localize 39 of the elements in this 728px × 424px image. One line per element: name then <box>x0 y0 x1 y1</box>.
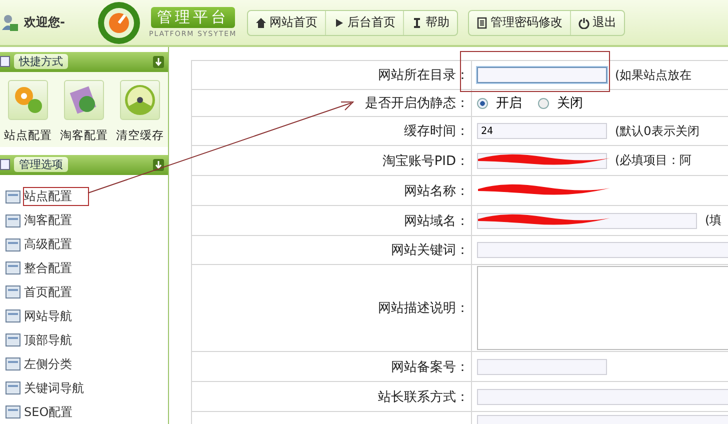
sidebar-item[interactable]: 网站导航 <box>24 308 72 325</box>
sidebar-item[interactable]: 首页配置 <box>24 284 72 301</box>
shortcut-button[interactable]: 淘客配置 <box>56 80 112 147</box>
field-label: 网站所在目录： <box>378 67 469 84</box>
sidebar-item[interactable]: 整合配置 <box>24 260 72 277</box>
sidebar-item[interactable]: 顶部导航 <box>24 332 72 349</box>
field-hint: (默认0表示关闭 <box>615 122 700 140</box>
sidebar-item[interactable]: 关键词导航 <box>24 380 84 397</box>
field-hint: (填 <box>705 212 722 229</box>
nav-button[interactable]: 退出 <box>570 10 624 34</box>
section-title: 快捷方式 <box>14 54 68 70</box>
sidebar-item[interactable]: 高级配置 <box>24 236 72 254</box>
input-field[interactable]: 24 <box>477 123 607 139</box>
radio-label: 开启 <box>496 95 522 112</box>
field-hint: (必填项目：阿 <box>615 152 692 169</box>
field-label: 网站描述说明： <box>378 300 469 317</box>
sidebar-item[interactable]: 左侧分类 <box>24 356 72 373</box>
nav-button[interactable]: 管理密码修改 <box>468 10 571 34</box>
shortcut-button[interactable]: 站点配置 <box>0 80 56 147</box>
field-label: 网站备案号： <box>391 358 469 376</box>
nav-button[interactable]: 帮助 <box>404 10 457 34</box>
section-title: 管理选项 <box>14 157 68 172</box>
field-label: 是否开启伪静态： <box>365 95 469 112</box>
nav-button[interactable]: 网站首页 <box>248 10 326 34</box>
field-label: 淘宝账号PID： <box>382 152 469 170</box>
nav-button[interactable]: 后台首页 <box>326 10 404 34</box>
sidebar-item[interactable]: 站点配置 <box>24 188 88 206</box>
sidebar-item[interactable]: SEO配置 <box>24 404 73 421</box>
welcome-text: 欢迎您- <box>24 14 65 31</box>
field-label: 网站域名： <box>404 212 469 230</box>
radio-label: 关闭 <box>557 95 583 112</box>
shortcut-button[interactable]: 清空缓存 <box>112 80 168 147</box>
field-label: 网站名称： <box>404 182 469 200</box>
sidebar-item[interactable]: 淘客配置 <box>24 212 72 230</box>
field-label: 网站关键词： <box>391 242 469 259</box>
field-hint: (如果站点放在 <box>615 66 692 84</box>
field-label: 站长联系方式： <box>378 388 469 406</box>
field-label: 缓存时间： <box>404 123 469 140</box>
logo-title: 管理平台 <box>150 7 235 28</box>
